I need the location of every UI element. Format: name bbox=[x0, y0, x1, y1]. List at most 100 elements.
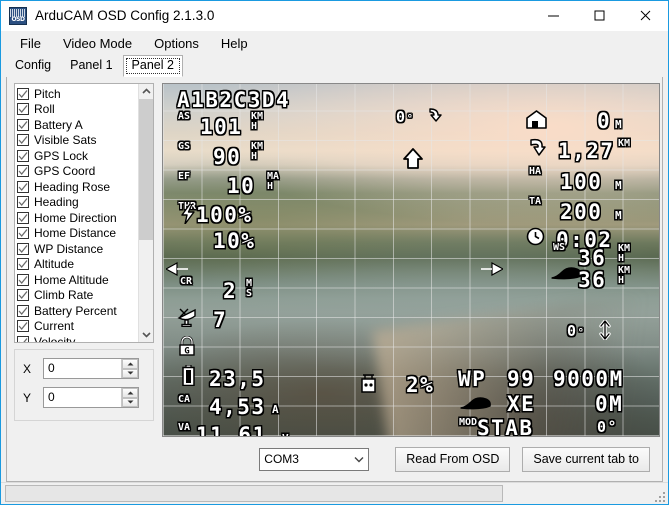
checkbox-label: Home Altitude bbox=[34, 272, 109, 287]
resize-grip[interactable] bbox=[653, 490, 665, 502]
checkbox-home-direction[interactable] bbox=[17, 211, 29, 224]
checkbox-battery-a[interactable] bbox=[17, 118, 29, 131]
checkbox-row[interactable]: Current bbox=[17, 319, 138, 335]
checkbox-row[interactable]: Heading Rose bbox=[17, 179, 138, 195]
com-port-select[interactable]: COM3 bbox=[259, 447, 370, 471]
checkbox-row[interactable]: Visible Sats bbox=[17, 133, 138, 149]
checkbox-label: Climb Rate bbox=[34, 288, 94, 303]
checkbox-velocity[interactable] bbox=[17, 335, 29, 342]
osd-unit-ef: MA H bbox=[267, 171, 280, 192]
checkbox-label: Pitch bbox=[34, 86, 61, 101]
checkbox-row[interactable]: Battery Percent bbox=[17, 303, 138, 319]
menu-item-video-mode[interactable]: Video Mode bbox=[52, 33, 143, 54]
status-bar bbox=[1, 482, 668, 504]
checkbox-heading[interactable] bbox=[17, 196, 29, 209]
read-from-osd-button[interactable]: Read From OSD bbox=[395, 446, 511, 472]
checkbox-row[interactable]: Home Direction bbox=[17, 210, 138, 226]
tab-panel-1[interactable]: Panel 1 bbox=[61, 55, 122, 77]
checkbox-row[interactable]: Heading bbox=[17, 195, 138, 211]
checkbox-row[interactable]: Climb Rate bbox=[17, 288, 138, 304]
y-input[interactable]: 0 bbox=[44, 388, 121, 407]
minimize-button[interactable] bbox=[530, 1, 576, 31]
osd-unit-cr: M S bbox=[246, 278, 253, 299]
osd-unit-ws: KM H bbox=[618, 243, 631, 264]
x-decrement-button[interactable] bbox=[122, 368, 138, 378]
osd-home-altitude-value: 0 bbox=[597, 109, 612, 133]
checkbox-row[interactable]: Velocity bbox=[17, 334, 138, 342]
osd-element-list-items: Pitch Roll Battery A Visible Sats GPS Lock GP… bbox=[15, 84, 138, 342]
chevron-down-icon[interactable] bbox=[138, 327, 153, 342]
checkbox-battery-percent[interactable] bbox=[17, 304, 29, 317]
checkbox-row[interactable]: Roll bbox=[17, 102, 138, 118]
scrollbar-track[interactable] bbox=[138, 99, 153, 327]
menu-item-help[interactable]: Help bbox=[210, 33, 259, 54]
home-distance-icon bbox=[527, 137, 547, 164]
close-button[interactable] bbox=[622, 1, 668, 31]
y-increment-button[interactable] bbox=[122, 388, 138, 398]
osd-unit-as: KM H bbox=[251, 111, 264, 132]
checkbox-pitch[interactable] bbox=[17, 87, 29, 100]
osd-element-list[interactable]: Pitch Roll Battery A Visible Sats GPS Lock GP… bbox=[14, 83, 154, 343]
checkbox-row[interactable]: GPS Coord bbox=[17, 164, 138, 180]
tab-panel-1-label: Panel 1 bbox=[70, 58, 113, 72]
tab-config[interactable]: Config bbox=[6, 55, 61, 77]
checkbox-gps-lock[interactable] bbox=[17, 149, 29, 162]
chevron-down-icon[interactable] bbox=[350, 456, 368, 463]
scrollbar-thumb[interactable] bbox=[138, 99, 153, 241]
osd-pitch-value: 0° bbox=[567, 322, 585, 340]
checkbox-label: Battery A bbox=[34, 117, 83, 132]
panel-surface: Pitch Roll Battery A Visible Sats GPS Lock GP… bbox=[6, 77, 663, 482]
tab-focus-ring bbox=[125, 58, 180, 74]
checkbox-roll[interactable] bbox=[17, 103, 29, 116]
osd-value-cr: 2 bbox=[223, 279, 238, 303]
osd-wp-number: 99 bbox=[507, 367, 536, 391]
checkbox-row[interactable]: Altitude bbox=[17, 257, 138, 273]
checkbox-row[interactable]: Home Altitude bbox=[17, 272, 138, 288]
checkbox-row[interactable]: Home Distance bbox=[17, 226, 138, 242]
checkbox-heading-rose[interactable] bbox=[17, 180, 29, 193]
app-window: OSD ArduCAM OSD Config 2.1.3.0 File Vide… bbox=[0, 0, 669, 505]
osd-preview[interactable]: A1B2C3D4 AS 101 KM H GS 90 KM H EF 10 MA… bbox=[162, 83, 660, 437]
osd-value-sats: 7 bbox=[213, 308, 228, 332]
throttle-icon bbox=[360, 374, 377, 399]
checkbox-climb-rate[interactable] bbox=[17, 289, 29, 302]
app-icon-label: OSD bbox=[11, 15, 25, 23]
checkbox-row[interactable]: GPS Lock bbox=[17, 148, 138, 164]
x-position-row: X 0 bbox=[23, 358, 153, 379]
tab-config-label: Config bbox=[15, 58, 52, 72]
list-scrollbar[interactable] bbox=[138, 84, 153, 342]
osd-value-as: 101 bbox=[200, 115, 243, 139]
checkbox-wp-distance[interactable] bbox=[17, 242, 29, 255]
checkbox-home-altitude[interactable] bbox=[17, 273, 29, 286]
checkbox-gps-coord[interactable] bbox=[17, 165, 29, 178]
x-input[interactable]: 0 bbox=[44, 359, 121, 378]
tab-bar: Config Panel 1 Panel 2 bbox=[1, 55, 668, 77]
menu-item-options[interactable]: Options bbox=[143, 33, 210, 54]
checkbox-visible-sats[interactable] bbox=[17, 134, 29, 147]
checkbox-row[interactable]: WP Distance bbox=[17, 241, 138, 257]
x-increment-button[interactable] bbox=[122, 359, 138, 369]
position-box: X 0 Y 0 bbox=[14, 349, 154, 421]
checkbox-row[interactable]: Pitch bbox=[17, 86, 138, 102]
y-stepper[interactable]: 0 bbox=[43, 387, 139, 408]
osd-mode-value: STAB bbox=[477, 416, 534, 437]
x-stepper[interactable]: 0 bbox=[43, 358, 139, 379]
osd-value-va: 11,61 bbox=[196, 423, 267, 437]
menu-item-file[interactable]: File bbox=[9, 33, 52, 54]
osd-header: A1B2C3D4 bbox=[177, 88, 291, 112]
tab-panel-2[interactable]: Panel 2 bbox=[122, 55, 183, 77]
checkbox-current[interactable] bbox=[17, 320, 29, 333]
status-text bbox=[5, 485, 503, 502]
y-decrement-button[interactable] bbox=[122, 397, 138, 407]
osd-value-efficiency: 10% bbox=[213, 229, 256, 253]
save-current-tab-button[interactable]: Save current tab to bbox=[522, 446, 650, 472]
checkbox-label: GPS Lock bbox=[34, 148, 89, 163]
maximize-button[interactable] bbox=[576, 1, 622, 31]
chevron-up-icon[interactable] bbox=[138, 84, 153, 99]
checkbox-row[interactable]: Battery A bbox=[17, 117, 138, 133]
osd-value-battery: 23,5 bbox=[209, 367, 266, 391]
osd-tag-gs: GS bbox=[178, 141, 191, 152]
svg-text:G: G bbox=[184, 347, 189, 357]
checkbox-home-distance[interactable] bbox=[17, 227, 29, 240]
checkbox-altitude[interactable] bbox=[17, 258, 29, 271]
